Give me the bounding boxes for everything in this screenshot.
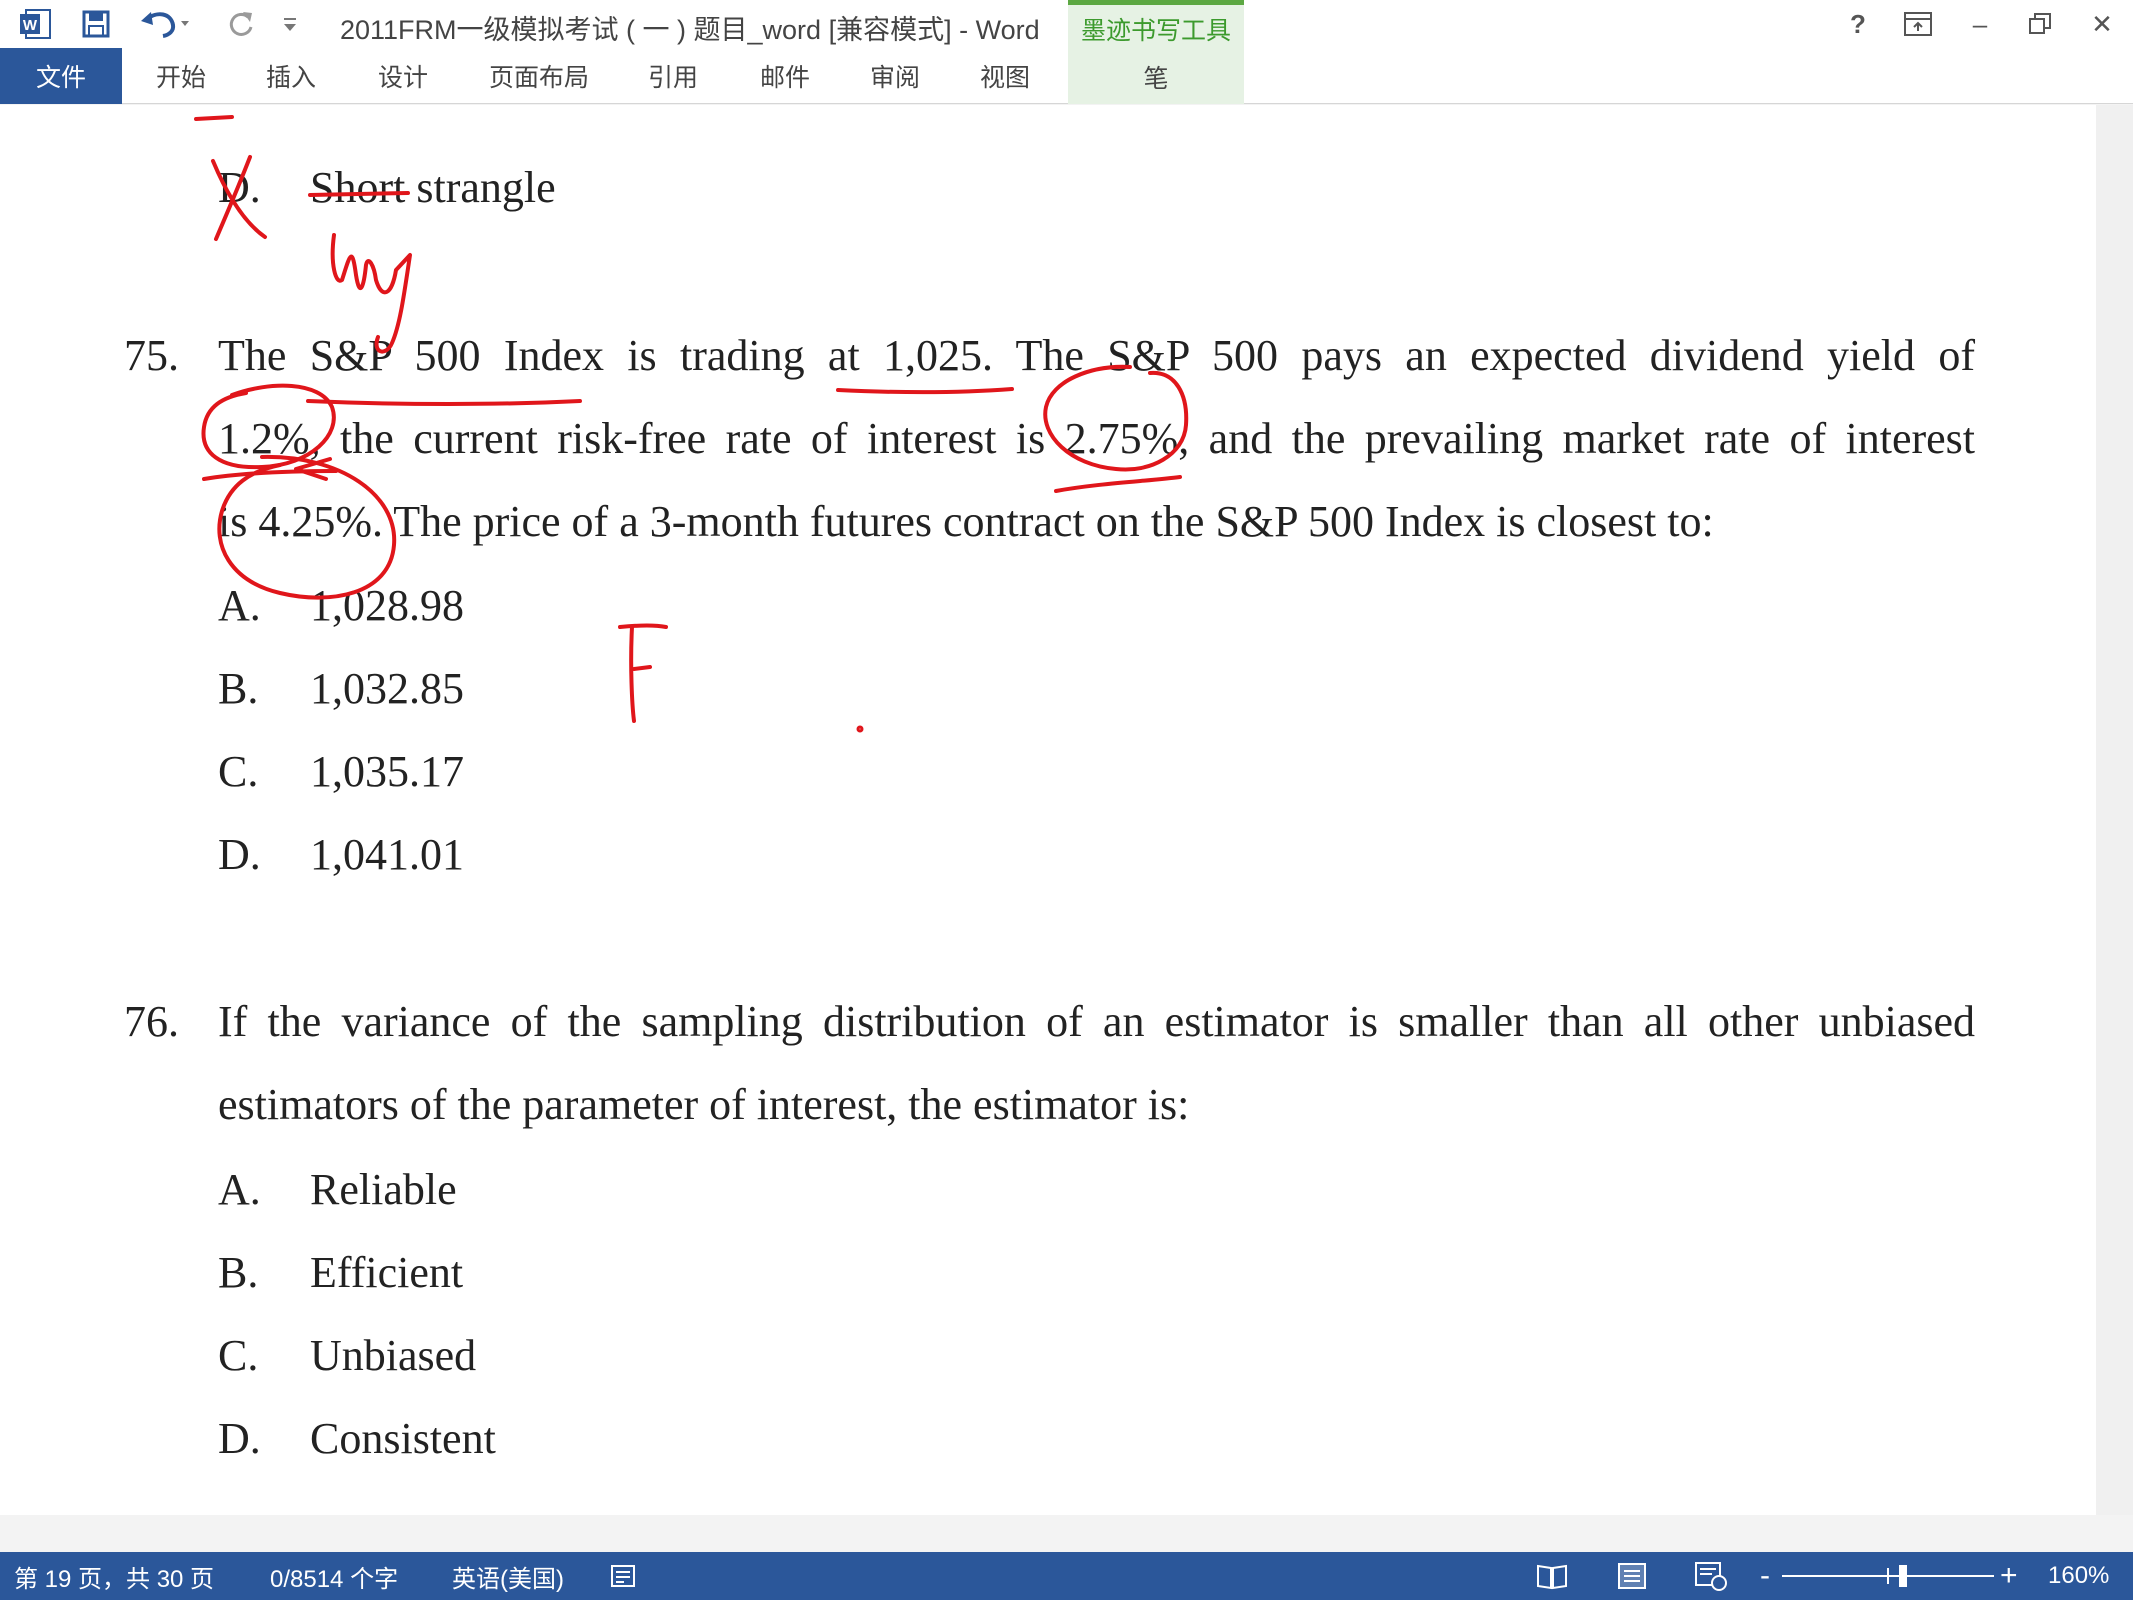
q76-option-c-letter: C. <box>218 1331 259 1380</box>
ink-underline-index <box>306 399 582 406</box>
q76-option-d-text: Consistent <box>310 1414 496 1463</box>
ink-letter-f-top <box>618 623 668 629</box>
ink-underline-1025 <box>836 387 1014 395</box>
q76-option-a-text: Reliable <box>310 1165 457 1214</box>
tab-pen[interactable]: 笔 <box>1068 59 1244 95</box>
question-75-line-1: The S&P 500 Index is trading at 1,025. T… <box>218 331 1975 380</box>
help-button[interactable]: ? <box>1836 6 1880 42</box>
zoom-slider[interactable] <box>1782 1552 1994 1600</box>
restore-icon <box>2029 13 2051 34</box>
zoom-level[interactable]: 160% <box>2048 1552 2109 1600</box>
ribbon-tabs: 文件 开始 插入 设计 页面布局 引用 邮件 审阅 视图 登录 <box>0 48 2133 136</box>
tab-home[interactable]: 开始 <box>146 48 216 104</box>
read-mode-icon[interactable] <box>1536 1552 1568 1600</box>
ink-underline-1-2 <box>202 469 338 481</box>
tab-review[interactable]: 审阅 <box>860 48 930 104</box>
document-page[interactable]: — D. Short strangle 75. The S&P 500 Inde… <box>0 105 2096 1515</box>
ink-annotations <box>194 115 1189 733</box>
proofing-icon[interactable] <box>608 1552 638 1600</box>
ink-tools-title: 墨迹书写工具 <box>1080 17 1231 45</box>
zoom-out-button[interactable]: - <box>1760 1552 1770 1600</box>
q75-option-d-text: 1,041.01 <box>310 830 464 879</box>
tab-view[interactable]: 视图 <box>970 48 1040 104</box>
q75-option-c-letter: C. <box>218 747 259 796</box>
question-number-75: 75. <box>124 331 179 380</box>
ink-underline-2-75 <box>1054 475 1182 493</box>
q75-option-c-text: 1,035.17 <box>310 747 464 796</box>
tab-page-layout[interactable]: 页面布局 <box>482 48 596 104</box>
question-75-line-2: 1.2%, the current risk-free rate of inte… <box>218 414 1975 463</box>
svg-text:W: W <box>23 17 38 34</box>
undo-icon[interactable] <box>136 4 194 44</box>
window-title: 2011FRM一级模拟考试 ( 一 ) 题目_word [兼容模式] - Wor… <box>340 15 1040 45</box>
title-bar: W 2011FRM一级模拟考试 ( 一 ) 题目_word [兼容模式] - W… <box>0 0 2133 48</box>
vertical-scrollbar[interactable] <box>2096 105 2133 1515</box>
question-75-line-3: is 4.25%. The price of a 3-month futures… <box>218 497 1714 546</box>
q76-option-d-letter: D. <box>218 1414 261 1463</box>
ink-dot <box>856 725 864 733</box>
ribbon-display-options-button[interactable] <box>1896 6 1940 42</box>
minimize-button[interactable]: – <box>1958 6 2002 42</box>
ink-letter-f-bar <box>632 665 652 671</box>
tab-design[interactable]: 设计 <box>368 48 438 104</box>
ribbon-display-icon <box>1904 12 1932 36</box>
q75-option-a-letter: A. <box>218 581 261 630</box>
q75-option-b-letter: B. <box>218 664 259 713</box>
prev-option-letter: D. <box>218 163 261 212</box>
word-count[interactable]: 0/8514 个字 <box>270 1552 398 1600</box>
q75-option-b-text: 1,032.85 <box>310 664 464 713</box>
tab-insert[interactable]: 插入 <box>256 48 326 104</box>
ink-tools-contextual-tab: 墨迹书写工具 笔 <box>1068 0 1244 104</box>
zoom-in-button[interactable]: + <box>2000 1552 2018 1600</box>
q76-option-c-text: Unbiased <box>310 1331 477 1380</box>
question-76-line-1: If the variance of the sampling distribu… <box>218 997 1975 1046</box>
q76-option-a-letter: A. <box>218 1165 261 1214</box>
question-number-76: 76. <box>124 997 179 1046</box>
question-76-line-2: estimators of the parameter of interest,… <box>218 1080 1190 1129</box>
q76-option-b-letter: B. <box>218 1248 259 1297</box>
page-count[interactable]: 第 19 页，共 30 页 <box>14 1552 214 1600</box>
print-layout-icon[interactable] <box>1616 1552 1648 1600</box>
save-icon[interactable] <box>76 4 116 44</box>
customize-quick-access-icon[interactable] <box>276 4 304 44</box>
ink-strike-prev-option <box>194 115 234 121</box>
q75-option-a-text: 1,028.98 <box>310 581 464 630</box>
q76-option-b-text: Efficient <box>310 1248 464 1297</box>
tab-mailings[interactable]: 邮件 <box>750 48 820 104</box>
language-indicator[interactable]: 英语(美国) <box>452 1552 564 1600</box>
status-bar: 第 19 页，共 30 页 0/8514 个字 英语(美国) - + 160% <box>0 1552 2133 1600</box>
web-layout-icon[interactable] <box>1694 1552 1728 1600</box>
restore-button[interactable] <box>2018 6 2062 42</box>
prev-option-text: Short strangle <box>310 163 556 212</box>
redo-icon[interactable] <box>222 4 260 44</box>
word-app-icon[interactable]: W <box>14 4 56 44</box>
ink-letter-f-stem <box>629 625 636 723</box>
q75-option-d-letter: D. <box>218 830 261 879</box>
close-button[interactable]: ✕ <box>2080 6 2124 42</box>
tab-references[interactable]: 引用 <box>638 48 708 104</box>
zoom-slider-thumb[interactable] <box>1899 1565 1907 1587</box>
tab-file[interactable]: 文件 <box>0 48 122 104</box>
